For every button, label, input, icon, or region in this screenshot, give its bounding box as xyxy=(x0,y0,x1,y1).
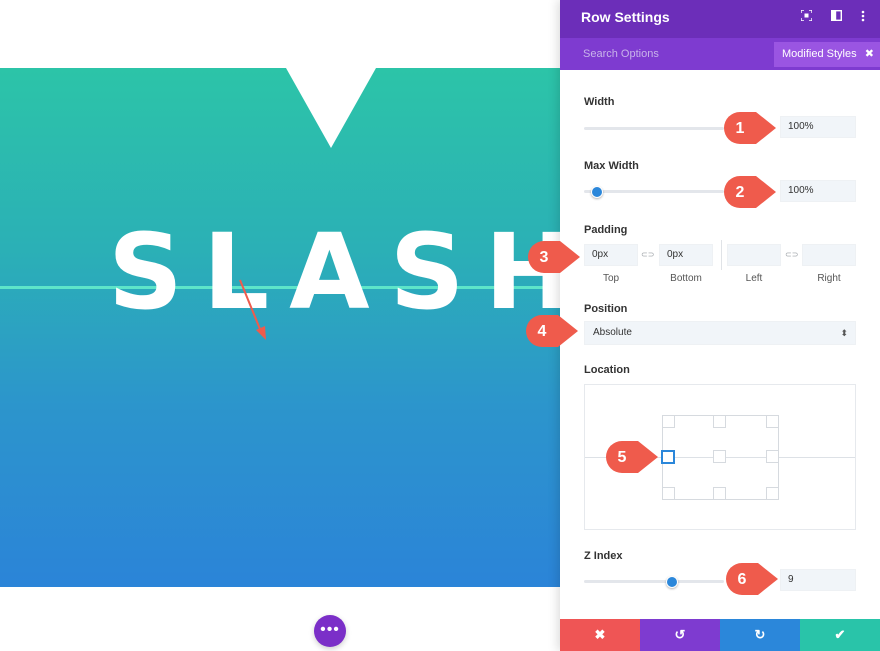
save-button[interactable]: ✔ xyxy=(800,619,880,651)
callout-number: 5 xyxy=(618,449,627,466)
panel-title: Row Settings xyxy=(581,9,670,25)
width-label: Width xyxy=(584,96,615,108)
check-icon: ✔ xyxy=(834,627,846,642)
padding-right-input[interactable] xyxy=(802,244,856,266)
panel-footer: ✖ ↺ ↻ ✔ xyxy=(560,619,880,651)
close-icon: ✖ xyxy=(594,627,606,642)
redo-button[interactable]: ↻ xyxy=(720,619,800,651)
width-input[interactable]: 100% xyxy=(780,116,856,138)
row-settings-panel: Row Settings Search Options Modified Sty… xyxy=(560,0,880,651)
padding-right-label: Right xyxy=(817,273,841,284)
focus-icon[interactable] xyxy=(798,9,814,24)
position-label: Position xyxy=(584,303,628,315)
panel-body: Width 100% Max Width 100% Padding 0px ⊂⊃… xyxy=(560,70,880,619)
padding-top-label: Top xyxy=(602,273,620,284)
padding-top-input[interactable]: 0px xyxy=(584,244,638,266)
panel-header: Row Settings xyxy=(560,0,880,38)
callout-number: 6 xyxy=(738,571,747,588)
padding-divider xyxy=(721,240,722,270)
z-index-slider-track[interactable] xyxy=(584,580,724,583)
more-options-button[interactable]: ••• xyxy=(314,615,346,647)
location-center[interactable] xyxy=(713,450,726,463)
callout-number: 1 xyxy=(736,120,745,137)
padding-bottom-input[interactable]: 0px xyxy=(659,244,713,266)
close-icon[interactable]: ✖ xyxy=(865,42,874,67)
modified-styles-filter[interactable]: Modified Styles ✖ xyxy=(774,42,880,67)
more-dots-icon: ••• xyxy=(320,621,340,638)
padding-left-input[interactable] xyxy=(727,244,781,266)
max-width-input[interactable]: 100% xyxy=(780,180,856,202)
location-bottom-center[interactable] xyxy=(713,487,726,500)
select-caret-icon: ⬍ xyxy=(840,328,848,338)
location-label: Location xyxy=(584,364,630,376)
hero-notch xyxy=(286,68,376,148)
location-bottom-left[interactable] xyxy=(662,487,675,500)
split-view-icon[interactable] xyxy=(828,9,844,24)
z-index-label: Z Index xyxy=(584,550,623,562)
padding-left-label: Left xyxy=(745,273,763,284)
position-select[interactable]: Absolute ⬍ xyxy=(584,321,856,345)
location-top-right[interactable] xyxy=(766,415,779,428)
z-index-slider-thumb[interactable] xyxy=(666,576,678,588)
width-slider-track[interactable] xyxy=(584,127,724,130)
max-width-label: Max Width xyxy=(584,160,639,172)
link-icon[interactable]: ⊂⊃ xyxy=(641,250,654,259)
location-top-left[interactable] xyxy=(662,415,675,428)
location-top-center[interactable] xyxy=(713,415,726,428)
callout-number: 3 xyxy=(540,249,549,266)
hero-section[interactable]: SLASH xyxy=(0,68,560,587)
location-bottom-right[interactable] xyxy=(766,487,779,500)
max-width-slider-thumb[interactable] xyxy=(591,186,603,198)
search-options-input[interactable]: Search Options xyxy=(583,48,659,60)
builder-canvas: SLASH ••• Row Settings Search Options Mo xyxy=(0,0,880,651)
padding-label: Padding xyxy=(584,224,628,236)
max-width-slider-track[interactable] xyxy=(584,190,724,193)
modified-styles-label: Modified Styles xyxy=(782,48,857,60)
cancel-button[interactable]: ✖ xyxy=(560,619,640,651)
panel-tabs: Search Options Modified Styles ✖ xyxy=(560,38,880,70)
kebab-menu-icon[interactable] xyxy=(855,10,871,25)
redo-icon: ↻ xyxy=(754,627,766,642)
callout-number: 2 xyxy=(736,184,745,201)
undo-button[interactable]: ↺ xyxy=(640,619,720,651)
padding-bottom-label: Bottom xyxy=(670,273,702,284)
callout-number: 4 xyxy=(538,323,547,340)
z-index-input[interactable]: 9 xyxy=(780,569,856,591)
hero-title: SLASH xyxy=(108,211,560,333)
undo-icon: ↺ xyxy=(674,627,686,642)
position-select-value: Absolute xyxy=(593,327,632,338)
location-right-center[interactable] xyxy=(766,450,779,463)
pointer-arrow-icon xyxy=(239,279,266,340)
link-icon[interactable]: ⊂⊃ xyxy=(785,250,798,259)
